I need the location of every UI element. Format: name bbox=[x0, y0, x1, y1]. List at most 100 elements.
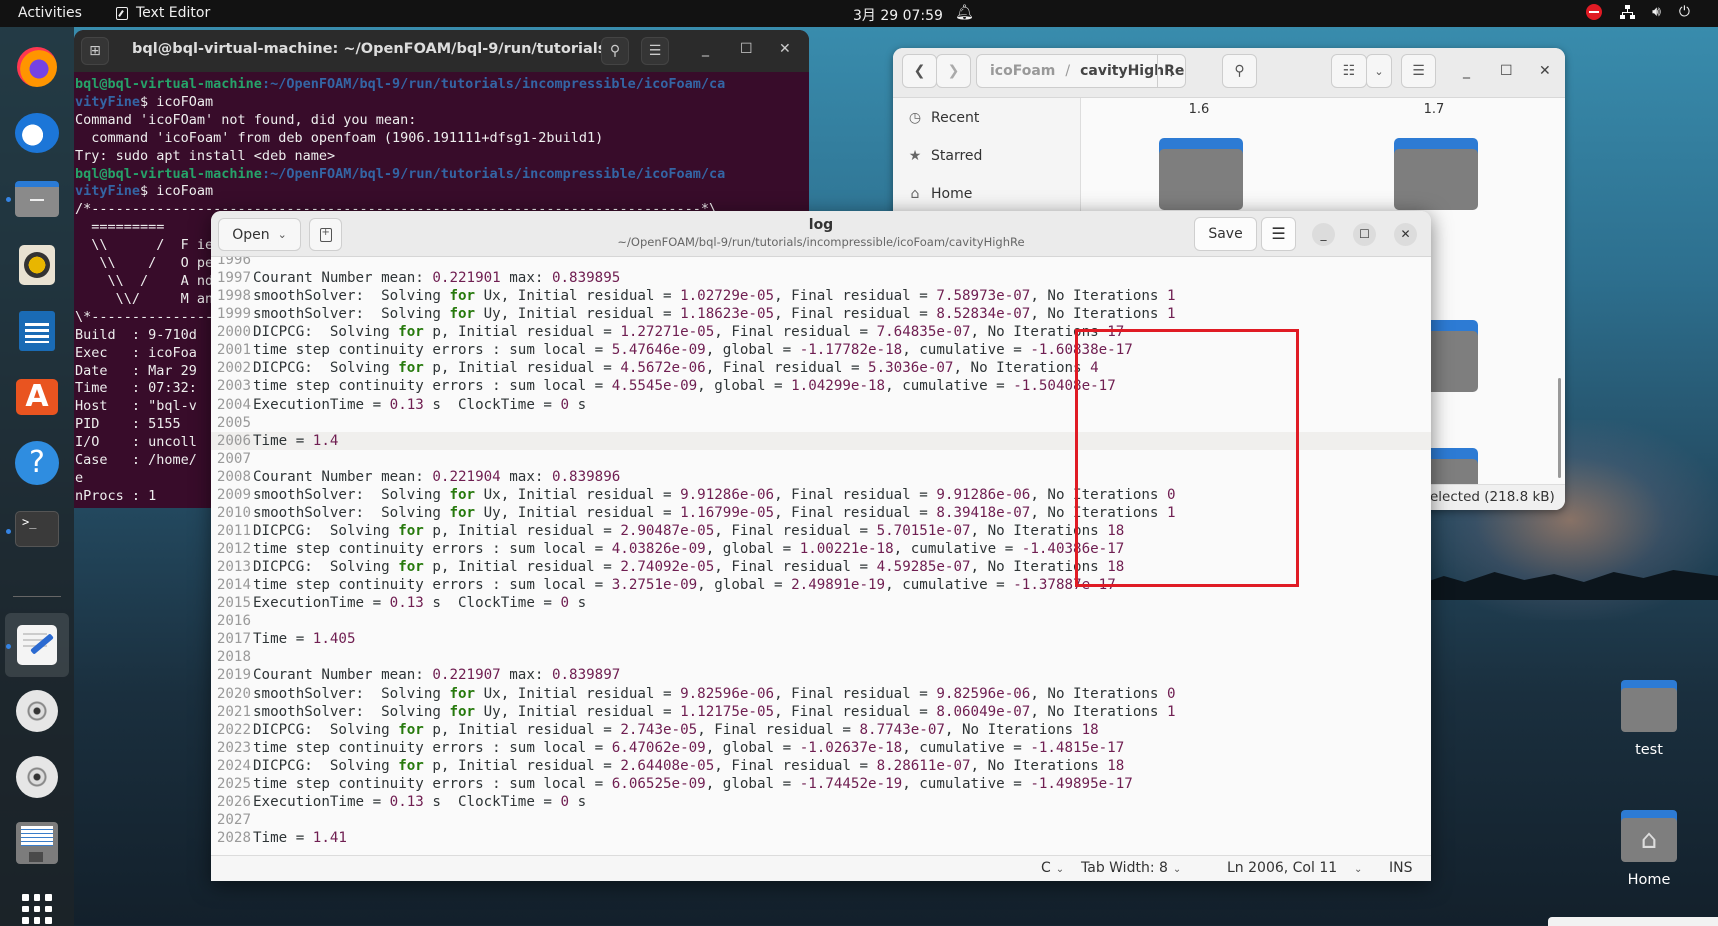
line-text: smoothSolver: Solving for Ux, Initial re… bbox=[253, 288, 1176, 305]
line-text: DICPCG: Solving for p, Initial residual … bbox=[253, 721, 1099, 738]
view-options-button[interactable]: ⌄ bbox=[1366, 54, 1392, 88]
back-button[interactable]: ❮ bbox=[902, 54, 937, 88]
editor-text-area[interactable]: 1996 1997 Courant Number mean: 0.221901 ma… bbox=[211, 257, 1431, 855]
line-text: time step continuity errors : sum local … bbox=[253, 378, 1116, 395]
editor-line: 2017 Time = 1.405 bbox=[211, 630, 1431, 648]
dock-item-thunderbird[interactable] bbox=[15, 111, 59, 155]
line-text: smoothSolver: Solving for Ux, Initial re… bbox=[253, 685, 1176, 702]
minimize-button[interactable]: _ bbox=[702, 41, 709, 57]
files-search-button[interactable]: ⚲ bbox=[1222, 54, 1257, 88]
close-button[interactable]: ✕ bbox=[1539, 63, 1551, 79]
tab-width-label: Tab Width: 8 bbox=[1081, 860, 1168, 876]
path-bar[interactable]: icoFoam / cavityHighRe ⋮ bbox=[976, 54, 1186, 88]
sidebar-item-label: Recent bbox=[931, 110, 980, 126]
editor-line: 2026 ExecutionTime = 0.13 s ClockTime = 0… bbox=[211, 793, 1431, 811]
maximize-button[interactable]: ☐ bbox=[740, 41, 753, 57]
editor-menu-button[interactable]: ☰ bbox=[1261, 217, 1296, 251]
sidebar-item-starred[interactable]: ★ Starred bbox=[907, 148, 983, 164]
volume-icon[interactable]: 🔊︎ bbox=[1652, 4, 1661, 20]
dock-item-terminal[interactable]: >_ bbox=[15, 507, 59, 551]
line-text: smoothSolver: Solving for Ux, Initial re… bbox=[253, 486, 1176, 503]
app-menu-label: Text Editor bbox=[136, 5, 211, 21]
editor-line: 2004 ExecutionTime = 0.13 s ClockTime = 0… bbox=[211, 396, 1431, 414]
text-editor-window[interactable]: Open ⌄ log ~/OpenFOAM/bql-9/run/tutorial… bbox=[211, 211, 1431, 881]
line-number: 2013 bbox=[216, 559, 251, 576]
terminal-text: Host : "bql-v bbox=[75, 398, 197, 415]
files-icon bbox=[15, 181, 59, 217]
terminal-menu-button[interactable]: ☰ bbox=[641, 37, 669, 65]
terminal-search-button[interactable]: ⚲ bbox=[601, 37, 629, 65]
path-segment-parent[interactable]: icoFoam bbox=[990, 63, 1055, 79]
line-text: Courant Number mean: 0.221901 max: 0.839… bbox=[253, 270, 621, 287]
disc-icon bbox=[16, 756, 58, 798]
clock[interactable]: 3月 29 07:59 bbox=[853, 5, 943, 25]
line-number: 2008 bbox=[216, 468, 251, 485]
dock-item-floppy[interactable] bbox=[15, 821, 59, 865]
tab-width-selector[interactable]: Tab Width: 8 ⌄ bbox=[1081, 860, 1181, 876]
dock-item-files[interactable] bbox=[15, 177, 59, 221]
editor-line: 2028 Time = 1.41 bbox=[211, 829, 1431, 847]
sidebar-item-recent[interactable]: ◷ Recent bbox=[907, 110, 980, 126]
desktop-icon-home[interactable]: ⌂ Home bbox=[1594, 810, 1704, 888]
files-scrollbar[interactable] bbox=[1558, 378, 1561, 478]
close-button[interactable]: ✕ bbox=[779, 41, 791, 57]
notification-bell-icon[interactable]: 🔔︎ bbox=[955, 3, 974, 21]
minimize-button[interactable]: _ bbox=[1463, 63, 1470, 79]
editor-line: 2024 DICPCG: Solving for p, Initial resid… bbox=[211, 757, 1431, 775]
text-editor-icon bbox=[17, 625, 57, 665]
files-header: ❮ ❯ icoFoam / cavityHighRe ⋮ ⚲ ☷ ⌄ ☰ _ ☐… bbox=[893, 48, 1565, 98]
editor-line: 2020 smoothSolver: Solving for Ux, Initia… bbox=[211, 685, 1431, 703]
desktop-icon-label: test bbox=[1635, 742, 1663, 758]
dock-item-rhythmbox[interactable] bbox=[15, 243, 59, 287]
maximize-button[interactable]: ☐ bbox=[1500, 63, 1513, 79]
activities-button[interactable]: Activities bbox=[18, 5, 82, 21]
dock-item-firefox[interactable] bbox=[15, 45, 59, 89]
star-icon: ★ bbox=[908, 148, 922, 164]
dock: A ? >_ bbox=[0, 27, 74, 926]
dock-item-disc-1[interactable] bbox=[15, 689, 59, 733]
minimize-button[interactable]: _ bbox=[1312, 223, 1335, 246]
editor-line: 1996 bbox=[211, 257, 1431, 269]
files-menu-button[interactable]: ☰ bbox=[1401, 54, 1436, 88]
top-bar: Activities Text Editor 3月 29 07:59 🔔︎ 🔊︎… bbox=[0, 0, 1718, 27]
line-number: 2006 bbox=[216, 432, 251, 449]
cursor-position-menu[interactable]: ⌄ bbox=[1349, 860, 1362, 876]
dock-item-disc-2[interactable] bbox=[15, 755, 59, 799]
save-button[interactable]: Save bbox=[1194, 217, 1257, 251]
app-menu[interactable]: Text Editor bbox=[116, 5, 210, 21]
insert-mode[interactable]: INS bbox=[1389, 860, 1413, 876]
path-menu-button[interactable]: ⋮ bbox=[1157, 55, 1185, 87]
power-icon[interactable]: ⏻ bbox=[1679, 4, 1690, 20]
language-selector[interactable]: C ⌄ bbox=[1041, 860, 1064, 876]
network-wired-icon[interactable] bbox=[1620, 5, 1636, 19]
folder-item-1-6[interactable] bbox=[1159, 138, 1243, 210]
folder-item-1-7[interactable] bbox=[1394, 138, 1478, 210]
dock-item-writer[interactable] bbox=[15, 309, 59, 353]
new-tab-button[interactable]: ⊞ bbox=[81, 37, 109, 65]
line-number: 2012 bbox=[216, 541, 251, 557]
show-applications-button[interactable] bbox=[15, 887, 59, 926]
line-text: time step continuity errors : sum local … bbox=[253, 541, 1125, 557]
terminal-text: PID : 5155 bbox=[75, 416, 181, 433]
list-view-button[interactable]: ☷ bbox=[1331, 54, 1367, 88]
editor-line: 1999 smoothSolver: Solving for Uy, Initia… bbox=[211, 305, 1431, 323]
sidebar-item-home[interactable]: ⌂ Home bbox=[907, 186, 973, 202]
folder-label: 1.6 bbox=[1188, 102, 1210, 117]
notification-peek bbox=[1548, 917, 1718, 926]
cursor-position[interactable]: Ln 2006, Col 11 bbox=[1227, 860, 1337, 876]
desktop-icon-test[interactable]: test bbox=[1594, 680, 1704, 758]
sidebar-item-label: Home bbox=[931, 186, 973, 202]
prompt-path: vityFine bbox=[75, 183, 141, 200]
do-not-disturb-icon[interactable] bbox=[1586, 4, 1603, 20]
dock-item-text-editor[interactable] bbox=[15, 623, 59, 667]
system-tray[interactable]: 🔊︎ ⏻ bbox=[1586, 4, 1690, 20]
forward-button[interactable]: ❯ bbox=[936, 54, 971, 88]
line-number: 2023 bbox=[216, 739, 251, 756]
maximize-button[interactable]: ☐ bbox=[1353, 223, 1376, 246]
dock-item-help[interactable]: ? bbox=[15, 441, 59, 485]
editor-line: 2005 bbox=[211, 414, 1431, 432]
close-button[interactable]: ✕ bbox=[1394, 223, 1417, 246]
dock-item-software[interactable]: A bbox=[15, 375, 59, 419]
prompt-user: bql@bql-virtual-machine bbox=[75, 76, 262, 92]
editor-lines: 1996 1997 Courant Number mean: 0.221901 ma… bbox=[211, 257, 1431, 847]
